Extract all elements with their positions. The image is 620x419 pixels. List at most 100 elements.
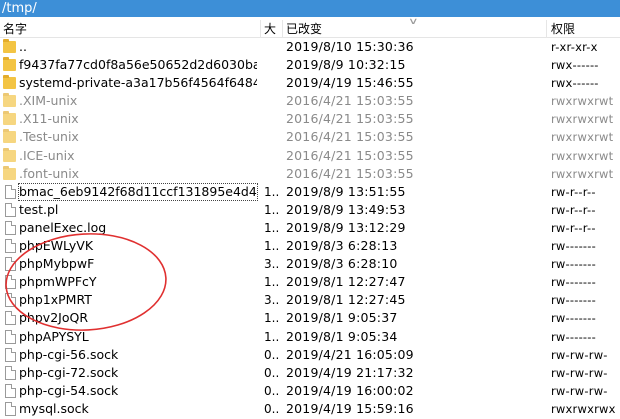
file-icon	[5, 202, 16, 217]
file-permissions: rw-------	[551, 275, 596, 290]
file-name: .font-unix	[19, 165, 80, 181]
file-icon	[5, 311, 16, 326]
file-name: mysql.sock	[19, 400, 89, 416]
file-size: 0...	[264, 365, 280, 380]
file-modified: 2016/4/21 15:03:55	[286, 165, 414, 181]
file-row[interactable]: phpmWPFcY 1... 2019/8/1 12:27:47 rw-------	[0, 273, 620, 291]
folder-icon	[3, 111, 16, 126]
file-permissions: r-xr-xr-x	[551, 40, 598, 54]
file-name: .X11-unix	[19, 111, 79, 127]
file-icon	[5, 383, 16, 398]
file-permissions: rw-------	[551, 239, 596, 254]
folder-row[interactable]: .. 2019/8/10 15:30:36 r-xr-xr-x	[0, 38, 620, 56]
file-row[interactable]: bmac_6eb9142f68d11ccf131895e4d4144... 1..…	[0, 182, 620, 201]
file-size: 1...	[264, 202, 280, 217]
folder-row[interactable]: .Test-unix 2016/4/21 15:03:55 rwxrwxrwt	[0, 128, 620, 146]
file-icon	[5, 293, 16, 308]
file-name: ..	[19, 39, 27, 54]
file-name: phpv2JoQR	[19, 310, 89, 326]
column-header-permissions[interactable]: 权限	[551, 20, 619, 38]
file-name: phpMybpwF	[19, 256, 95, 272]
file-modified: 2019/8/9 13:12:29	[286, 219, 406, 235]
column-divider[interactable]	[282, 20, 283, 38]
file-size: 1...	[264, 311, 280, 326]
file-modified: 2019/4/21 16:05:09	[286, 346, 414, 362]
file-size: 0...	[264, 383, 280, 398]
file-row[interactable]: panelExec.log 1... 2019/8/9 13:12:29 rw-r--…	[0, 219, 620, 237]
column-header-size[interactable]: 大	[264, 20, 282, 38]
file-modified: 2016/4/21 15:03:55	[286, 93, 414, 109]
file-name: phpmWPFcY	[19, 274, 97, 290]
folder-icon	[3, 39, 16, 53]
file-permissions: rw-------	[551, 311, 596, 326]
file-size	[264, 128, 280, 146]
file-permissions: rw-r--r--	[551, 184, 596, 199]
file-name: php-cgi-72.sock	[19, 364, 119, 380]
file-name: .ICE-unix	[19, 147, 75, 163]
file-modified: 2019/8/1 12:27:45	[286, 292, 406, 308]
file-size	[264, 110, 280, 128]
file-icon	[5, 184, 16, 199]
file-permissions: rwxrwxrwt	[551, 94, 614, 109]
column-header: 名字 大 已改变 ∨ 权限	[0, 17, 620, 38]
file-row[interactable]: phpAPYSYL 1... 2019/8/1 9:05:34 rw-------	[0, 328, 620, 346]
file-icon	[5, 329, 16, 344]
file-size: 1...	[264, 329, 280, 344]
folder-icon	[3, 129, 16, 144]
file-permissions: rw-------	[551, 293, 596, 308]
file-name: test.pl	[19, 201, 59, 217]
file-name: .XIM-unix	[19, 93, 78, 109]
folder-row[interactable]: .ICE-unix 2016/4/21 15:03:55 rwxrwxrwt	[0, 147, 620, 165]
column-divider[interactable]	[546, 20, 547, 38]
file-permissions: rwx------	[551, 58, 599, 73]
file-modified: 2019/8/1 9:05:37	[286, 310, 398, 326]
file-row[interactable]: test.pl 1... 2019/8/9 13:49:53 rw-r--r--	[0, 201, 620, 219]
file-row[interactable]: phpMybpwF 3... 2019/8/3 6:28:10 rw-------	[0, 255, 620, 273]
file-icon	[5, 365, 16, 380]
file-modified: 2016/4/21 15:03:55	[286, 147, 414, 163]
file-row[interactable]: phpEWLyVK 1... 2019/8/3 6:28:13 rw-------	[0, 237, 620, 255]
file-modified: 2019/8/9 13:51:55	[286, 183, 406, 199]
file-permissions: rwxrwxrwx	[551, 401, 616, 416]
file-name: panelExec.log	[19, 219, 107, 235]
file-permissions: rwxrwxrwt	[551, 112, 614, 127]
file-size	[264, 74, 280, 92]
file-row[interactable]: mysql.sock 0... 2019/4/19 15:59:16 rwxrwxrw…	[0, 400, 620, 418]
column-divider[interactable]	[260, 20, 261, 38]
folder-row[interactable]: .X11-unix 2016/4/21 15:03:55 rwxrwxrwt	[0, 110, 620, 128]
file-name: bmac_6eb9142f68d11ccf131895e4d4144...	[18, 182, 258, 201]
file-modified: 2019/8/1 12:27:47	[286, 274, 406, 290]
file-row[interactable]: php-cgi-56.sock 0... 2019/4/21 16:05:09 rw-…	[0, 346, 620, 364]
file-permissions: rwxrwxrwt	[551, 166, 614, 181]
file-name: php-cgi-56.sock	[19, 346, 119, 362]
folder-row[interactable]: .font-unix 2016/4/21 15:03:55 rwxrwxrwt	[0, 165, 620, 183]
folder-icon	[3, 57, 16, 72]
folder-icon	[3, 165, 16, 180]
file-icon	[5, 239, 16, 254]
file-icon	[5, 275, 16, 290]
file-permissions: rw-------	[551, 329, 596, 344]
file-modified: 2019/4/19 15:46:55	[286, 75, 414, 91]
path-bar[interactable]: /tmp/	[0, 0, 620, 17]
column-header-name[interactable]: 名字	[3, 20, 258, 38]
file-row[interactable]: php1xPMRT 3... 2019/8/1 12:27:45 rw-------	[0, 291, 620, 309]
file-permissions: rwxrwxrwt	[551, 130, 614, 145]
file-row[interactable]: phpv2JoQR 1... 2019/8/1 9:05:37 rw-------	[0, 309, 620, 327]
file-icon	[5, 220, 16, 235]
file-row[interactable]: php-cgi-54.sock 0... 2019/4/19 16:00:02 rw-…	[0, 382, 620, 400]
file-row[interactable]: php-cgi-72.sock 0... 2019/4/19 21:17:32 rw-…	[0, 364, 620, 382]
folder-row[interactable]: .XIM-unix 2016/4/21 15:03:55 rwxrwxrwt	[0, 92, 620, 110]
folder-row[interactable]: f9437fa77cd0f8a56e50652d2d6030ba 2019/8/9…	[0, 56, 620, 74]
file-modified: 2019/4/19 15:59:16	[286, 400, 414, 416]
file-modified: 2019/8/10 15:30:36	[286, 39, 414, 54]
file-name: phpEWLyVK	[19, 238, 94, 254]
file-name: php-cgi-54.sock	[19, 382, 119, 398]
file-size: 1...	[264, 184, 280, 199]
file-list: .. 2019/8/10 15:30:36 r-xr-xr-x f9437fa77cd…	[0, 38, 620, 418]
file-modified: 2019/4/19 16:00:02	[286, 382, 414, 398]
folder-icon	[3, 93, 16, 108]
folder-row[interactable]: systemd-private-a3a17b56f4564f648448... 2…	[0, 74, 620, 92]
file-size: 0...	[264, 401, 280, 416]
file-size	[264, 56, 280, 74]
file-size	[264, 38, 280, 56]
